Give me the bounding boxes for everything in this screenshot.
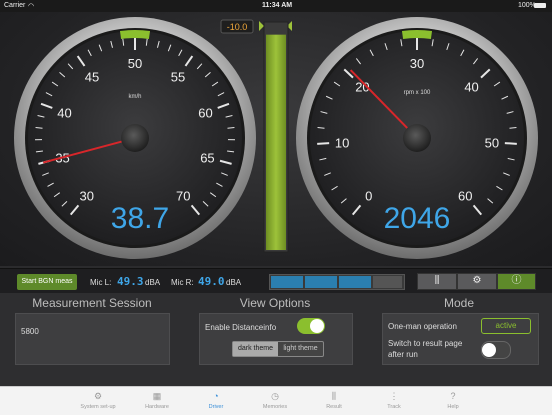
one-man-label: One-man operation [388, 322, 457, 331]
gauge-green-zone [403, 34, 432, 35]
tab-driver[interactable]: ◔Driver [186, 387, 246, 415]
sliders-icon: ⫼ [328, 391, 340, 401]
mic-level-bar [269, 274, 405, 290]
start-bgn-button[interactable]: Start BGN meas [17, 274, 77, 290]
carrier-label: Carrier [4, 2, 25, 9]
control-bar: Start BGN meas Mic L: 49.3 dBA Mic R: 49… [0, 268, 552, 294]
mic-l-label: Mic L: [90, 278, 111, 287]
mic-level-segment [271, 276, 303, 288]
gauge-tick-label: 40 [57, 105, 71, 120]
dark-theme-option[interactable]: dark theme [233, 342, 278, 356]
level-bar-fill [266, 35, 286, 250]
status-bar: Carrier ◠ 11:34 AM 100% [0, 0, 552, 12]
tab-result[interactable]: ⫼Result [304, 387, 364, 415]
rpm-gauge: rpm x 100 0102030405060 2046 [296, 17, 538, 259]
view-options-title: View Options [190, 296, 360, 310]
clock-icon: ◷ [269, 391, 281, 401]
measurement-session-title: Measurement Session [8, 296, 176, 310]
tab-track[interactable]: ⋮Track [364, 387, 424, 415]
mode-title: Mode [370, 296, 548, 310]
one-man-active-button[interactable]: active [481, 318, 531, 334]
gauge-tick-label: 60 [458, 188, 472, 203]
rpm-readout: 2046 [384, 202, 451, 235]
measurement-session-box[interactable]: 5800 [15, 313, 170, 365]
gauge-green-zone [121, 34, 150, 35]
major-tick [505, 143, 517, 144]
battery-icon [534, 3, 546, 8]
options-panels: Measurement Session 5800 View Options En… [0, 293, 552, 386]
equalizer-button[interactable]: ⫼ [417, 273, 457, 290]
distance-info-toggle[interactable] [297, 318, 325, 334]
gauge-tick-label: 55 [171, 70, 185, 85]
settings-button[interactable]: ⚙ [457, 273, 497, 290]
tab-memories[interactable]: ◷Memories [245, 387, 305, 415]
gauge-tick-label: 30 [80, 188, 94, 203]
theme-segmented-control: dark theme light theme [232, 341, 324, 357]
tab-help[interactable]: ?Help [423, 387, 483, 415]
tab-bar: ⚙System set-up ▦Hardware ◔Driver ◷Memori… [0, 386, 552, 415]
major-tick [317, 143, 329, 144]
speed-gauge: km/h 303540455055606570 38.7 [14, 17, 256, 259]
gauge-tick-label: 65 [200, 150, 214, 165]
switch-result-toggle[interactable] [481, 341, 511, 359]
measurement-session-value: 5800 [21, 327, 39, 336]
speed-readout: 38.7 [111, 202, 169, 235]
gauge-tick-label: 30 [410, 56, 424, 71]
mic-l-value: 49.3 [117, 275, 144, 288]
mic-r-label: Mic R: [171, 278, 194, 287]
equalizer-icon: ⫼ [435, 275, 440, 286]
info-icon: ⓘ [512, 275, 522, 286]
gauge-tick-label: 60 [198, 105, 212, 120]
mic-level-segment [373, 276, 402, 288]
info-button[interactable]: ⓘ [497, 273, 536, 290]
tab-hardware[interactable]: ▦Hardware [127, 387, 187, 415]
rpm-gauge-hub [403, 124, 431, 152]
mic-r-value: 49.0 [198, 275, 225, 288]
gears-icon: ⚙ [92, 391, 104, 401]
speed-unit-label: km/h [128, 94, 141, 100]
rpm-unit-label: rpm x 100 [404, 90, 431, 96]
gauge-tick-label: 70 [176, 188, 190, 203]
gauge-tick-label: 45 [85, 70, 99, 85]
view-options-box: Enable Distanceinfo dark theme light the… [199, 313, 353, 365]
clock-label: 11:34 AM [262, 2, 292, 9]
keyboard-icon: ▦ [151, 391, 163, 401]
gauge-tick-label: 50 [128, 56, 142, 71]
switch-result-label: Switch to result page [388, 339, 462, 348]
speedometer-icon: ◔ [210, 391, 222, 401]
level-marker-left [259, 21, 264, 31]
wifi-icon: ◠ [28, 2, 34, 10]
track-icon: ⋮ [388, 391, 400, 401]
gauge-tick-label: 50 [485, 135, 499, 150]
mic-level-segment [339, 276, 371, 288]
help-icon: ? [447, 391, 459, 401]
gauge-tick-label: 40 [464, 80, 478, 95]
distance-info-label: Enable Distanceinfo [205, 323, 276, 332]
speed-gauge-hub [121, 124, 149, 152]
mic-l-unit: dBA [145, 278, 160, 287]
mic-r-unit: dBA [226, 278, 241, 287]
level-readout: -10.0 [227, 22, 248, 32]
gear-icon: ⚙ [473, 275, 482, 286]
toggle-knob [482, 343, 496, 357]
toggle-knob [310, 319, 324, 333]
gauge-tick-label: 10 [335, 135, 349, 150]
gauge-tick-label: 0 [365, 188, 372, 203]
switch-result-label-line2: after run [388, 350, 418, 359]
mic-level-segment [305, 276, 337, 288]
light-theme-option[interactable]: light theme [278, 342, 323, 356]
mode-box: One-man operation active Switch to resul… [382, 313, 539, 365]
gauge-area: km/h 303540455055606570 38.7 -10.0 rpm x… [0, 12, 552, 266]
tab-system-setup[interactable]: ⚙System set-up [68, 387, 128, 415]
